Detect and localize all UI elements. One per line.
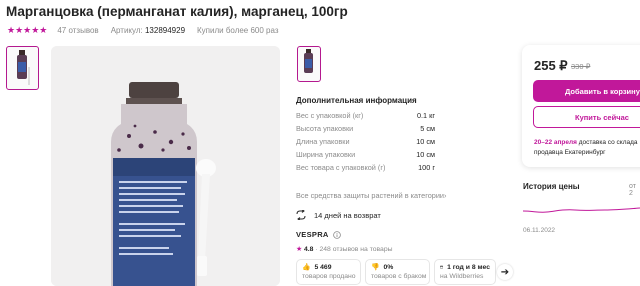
reviews-link[interactable]: 47 отзывов [57,26,98,35]
delivery-text: доставка со склада [578,139,638,146]
spec-row: Вес с упаковкой (кг) 0.1 кг [296,111,435,120]
stat-value: 1 год и 8 мес [447,263,490,271]
category-link-label: Все средства защиты растений в категории [296,191,444,200]
stats-next-button[interactable]: ➔ [497,264,513,280]
old-price: 330 ₽ [571,62,591,71]
return-policy: 14 дней на возврат [296,210,381,220]
add-to-cart-button[interactable]: Добавить в корзину [533,80,640,102]
spec-row: Ширина упаковки 10 см [296,150,435,159]
additional-info-title: Дополнительная информация [296,96,417,105]
article-value[interactable]: 132894929 [145,26,185,35]
delivery-warehouse: продавца Екатеринбург [534,149,606,156]
stat-card-defects: 👎 0% товаров с браком [365,259,430,285]
spec-key: Длина упаковки [296,137,350,146]
rating-row: ★★★★★ 47 отзывов Артикул: 132894929 Купи… [7,25,279,36]
product-title: Марганцовка (перманганат калия), маргане… [6,4,348,19]
brand-rating-text: · 248 отзывов на товары [315,246,393,253]
price-history-extra: от 2 [629,183,636,197]
product-bottle-image [51,46,280,286]
price-history-title: История цены [523,182,580,191]
return-arrows-icon [296,210,306,220]
stat-card-sold: 👍 5 469 товаров продано [296,259,361,285]
bottle-thumb-icon [17,50,30,85]
stat-label: на Wildberries [440,273,484,280]
brand-rating: ★ 4.8 · 248 отзывов на товары [296,245,393,253]
brand-name[interactable]: VESPRA [296,230,341,239]
thumbs-up-icon: 👍 [302,264,311,271]
spec-key: Вес товара с упаковкой (г) [296,163,386,172]
stat-value: 5 469 [314,263,332,271]
spec-row: Высота упаковки 5 см [296,124,435,133]
return-text: 14 дней на возврат [314,210,381,220]
stat-value: 0% [383,263,394,271]
rating-stars: ★★★★★ [7,25,48,35]
arrow-right-icon: ➔ [500,266,510,278]
spec-key: Высота упаковки [296,124,354,133]
bottle-thumb-icon [304,49,313,73]
spec-value: 100 г [418,163,435,172]
spec-key: Ширина упаковки [296,150,356,159]
spec-key: Вес с упаковкой (кг) [296,111,364,120]
delivery-info: 20–22 апреля доставка со склада продавца… [534,138,638,158]
price-history-line [523,207,640,213]
spec-value: 10 см [416,150,435,159]
spec-row: Вес товара с упаковкой (г) 100 г [296,163,435,172]
current-price: 255 ₽ [534,58,568,73]
bought-count: Купили более 600 раз [197,26,279,35]
price-history-chart[interactable] [523,197,640,227]
chevron-right-icon: › [443,191,447,200]
gallery-thumbnail[interactable] [6,46,39,90]
spec-value: 10 см [416,137,435,146]
spec-value: 0.1 кг [416,111,435,120]
buy-now-button[interactable]: Купить сейчас [533,106,640,128]
spec-row: Длина упаковки 10 см [296,137,435,146]
stat-label: товаров продано [302,273,356,280]
brand-rating-value: 4.8 [303,246,314,253]
info-icon[interactable] [332,230,341,239]
stat-label: товаров с браком [371,273,427,280]
price-history-date: 06.11.2022 [523,227,556,234]
calendar-icon [440,265,444,269]
product-main-image[interactable] [51,46,280,286]
stat-card-age: 1 год и 8 мес на Wildberries [434,259,496,285]
category-link[interactable]: Все средства защиты растений в категории… [296,191,446,200]
article-label: Артикул: [110,26,143,35]
brand-label: VESPRA [296,230,329,239]
delivery-date: 20–22 апреля [534,139,577,146]
spec-value: 5 см [420,124,435,133]
details-thumbnail[interactable] [297,46,321,82]
thumbs-down-icon: 👎 [371,264,380,271]
star-icon: ★ [296,246,303,253]
